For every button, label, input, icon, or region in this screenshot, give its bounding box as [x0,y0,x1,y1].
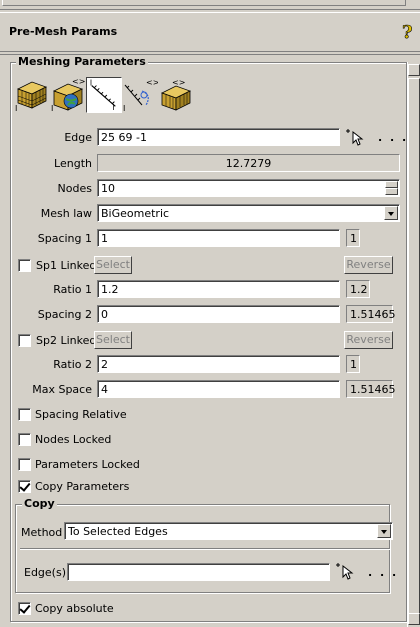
spacing2-input[interactable]: 0 [97,305,340,323]
copy-absolute-checkbox[interactable] [18,602,31,615]
max-space-input[interactable]: 4 [97,380,340,398]
edge-input[interactable]: 25 69 -1 [97,128,340,146]
edge-link-icon[interactable]: <> I [122,77,158,113]
ratio2-label: Ratio 2 [53,358,92,371]
method-select[interactable]: To Selected Edges [64,522,393,540]
meshing-parameters-title: Meshing Parameters [16,55,148,68]
spacing2-computed: 1.51465 [346,305,396,323]
nodes-locked-checkbox[interactable] [18,433,31,446]
panel-header: Pre-Mesh Params ? [0,12,420,52]
ratio1-computed: 1.2 [346,280,370,298]
mesh-law-select[interactable]: BiGeometric [97,204,400,222]
nodes-input[interactable]: 10 [97,179,400,197]
spacing-relative-checkbox[interactable] [18,408,31,421]
svg-text:I: I [51,104,53,113]
spacing1-computed: 1 [346,229,360,247]
ratio1-input[interactable]: 1.2 [97,280,340,298]
edge-more-button[interactable]: . . . [378,131,408,144]
edges-input[interactable] [67,563,330,581]
length-value: 12.7279 [97,154,400,172]
sp2-select-button[interactable]: Select [94,331,132,349]
sp2-linked-checkbox[interactable] [18,334,31,347]
panel-title: Pre-Mesh Params [9,25,118,38]
chevron-down-icon[interactable] [377,524,391,538]
edges-more-button[interactable]: . . . [368,566,398,579]
face-mesh-icon[interactable]: I [14,77,50,113]
top-frame [0,0,420,10]
sp1-linked-label: Sp1 Linked [36,259,97,272]
volume-mesh-icon[interactable]: <> I [50,77,86,113]
copy-separator [20,548,390,550]
sp2-reverse-button[interactable]: Reverse [344,331,393,349]
ratio1-label: Ratio 1 [53,283,92,296]
parameters-locked-checkbox[interactable] [18,458,31,471]
svg-text:I: I [123,104,125,113]
scroll-thumb[interactable] [408,78,420,623]
select-cursor-icon[interactable] [344,127,366,147]
svg-text:I: I [15,104,17,113]
scroll-up-button[interactable] [408,64,420,76]
scroll-down-button[interactable] [408,613,420,625]
svg-text:?: ? [402,22,413,42]
nodes-spinner[interactable] [385,181,398,195]
svg-text:<>: <> [72,77,85,86]
sp2-linked-label: Sp2 Linked [36,334,97,347]
ratio2-input[interactable]: 2 [97,355,340,373]
spacing-relative-label: Spacing Relative [35,408,127,421]
ratio2-computed: 1 [346,355,360,373]
svg-text:I: I [113,103,115,112]
edges-label: Edge(s) [24,566,66,579]
spacing2-label: Spacing 2 [37,308,92,321]
select-cursor-icon[interactable] [334,561,356,581]
method-label: Method [21,526,63,539]
copy-absolute-label: Copy absolute [35,602,114,615]
edge-params-icon[interactable]: I I [86,77,122,113]
block-params-icon[interactable]: <> [158,77,194,113]
spacing1-label: Spacing 1 [37,232,92,245]
vertical-scrollbar[interactable] [407,62,420,627]
max-space-computed: 1.51465 [346,380,396,398]
spacing1-input[interactable]: 1 [97,229,340,247]
sp1-linked-checkbox[interactable] [18,259,31,272]
svg-text:<>: <> [172,78,185,87]
svg-text:I: I [90,79,92,88]
copy-parameters-label: Copy Parameters [35,480,130,493]
edge-label: Edge [64,131,92,144]
copy-parameters-checkbox[interactable] [18,480,31,493]
svg-text:<>: <> [146,78,158,87]
nodes-label: Nodes [57,182,92,195]
nodes-locked-label: Nodes Locked [35,433,112,446]
sp1-select-button[interactable]: Select [94,256,132,274]
length-label: Length [54,157,92,170]
help-question-icon[interactable]: ? [399,22,417,42]
mesh-law-label: Mesh law [40,207,92,220]
sp1-reverse-button[interactable]: Reverse [344,256,393,274]
copy-group-title: Copy [22,497,57,510]
chevron-down-icon[interactable] [384,206,398,220]
max-space-label: Max Space [32,383,92,396]
parameters-locked-label: Parameters Locked [35,458,140,471]
